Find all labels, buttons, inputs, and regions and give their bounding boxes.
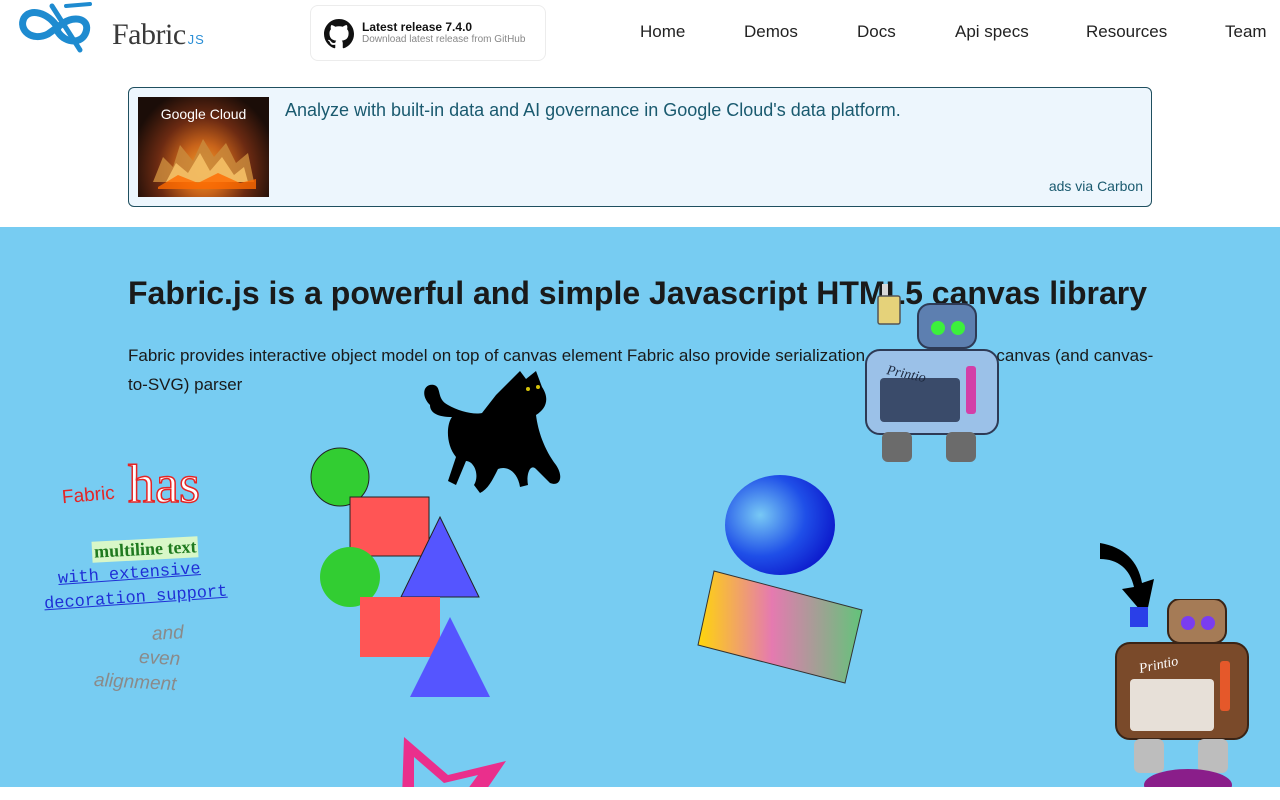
nav-home[interactable]: Home — [640, 22, 685, 42]
red-rect-shape[interactable] — [349, 496, 430, 557]
latest-release-button[interactable]: Latest release 7.4.0 Download latest rel… — [310, 5, 546, 61]
fabric-logo[interactable]: Fabric JS — [18, 2, 204, 54]
blue-gradient-ball[interactable] — [725, 475, 835, 575]
nav-api-specs[interactable]: Api specs — [955, 22, 1029, 42]
gradient-rect-shape[interactable] — [697, 570, 863, 684]
site-header: Fabric JS Latest release 7.4.0 Download l… — [0, 0, 1280, 80]
ad-image-label: Google Cloud — [160, 106, 247, 122]
hero-section: Fabric.js is a powerful and simple Javas… — [0, 227, 1280, 787]
black-cat-image[interactable] — [418, 365, 568, 500]
ad-text[interactable]: Analyze with built-in data and AI govern… — [285, 100, 901, 121]
infinity-logo-icon — [19, 2, 92, 53]
canvas-demo[interactable]: Fabric has multiline text with extensive… — [0, 227, 1280, 787]
main-nav: Home Demos Docs Api specs Resources Team — [620, 22, 1280, 42]
demo-shapes-layer — [310, 447, 863, 787]
github-icon — [324, 19, 354, 49]
nav-resources[interactable]: Resources — [1086, 22, 1167, 42]
printio-robot-blue-image[interactable]: Printio — [862, 282, 1002, 467]
carbon-ad[interactable]: Google Cloud Analyze with built-in data … — [128, 87, 1152, 207]
nav-demos[interactable]: Demos — [744, 22, 798, 42]
red-rect-shape-2[interactable] — [360, 597, 440, 657]
nav-docs[interactable]: Docs — [857, 22, 896, 42]
release-subtitle: Download latest release from GitHub — [362, 34, 526, 45]
ad-image[interactable]: Google Cloud — [138, 97, 269, 197]
logo-wordmark: Fabric JS — [112, 18, 205, 51]
printio-robot-brown-image[interactable]: Printio — [1112, 599, 1252, 787]
nav-team[interactable]: Team — [1225, 22, 1267, 42]
release-title: Latest release 7.4.0 — [362, 20, 473, 34]
logo-suffix: JS — [187, 32, 205, 47]
ads-via-carbon-link[interactable]: ads via Carbon — [1049, 178, 1143, 194]
ad-crystal-illustration — [153, 139, 256, 189]
